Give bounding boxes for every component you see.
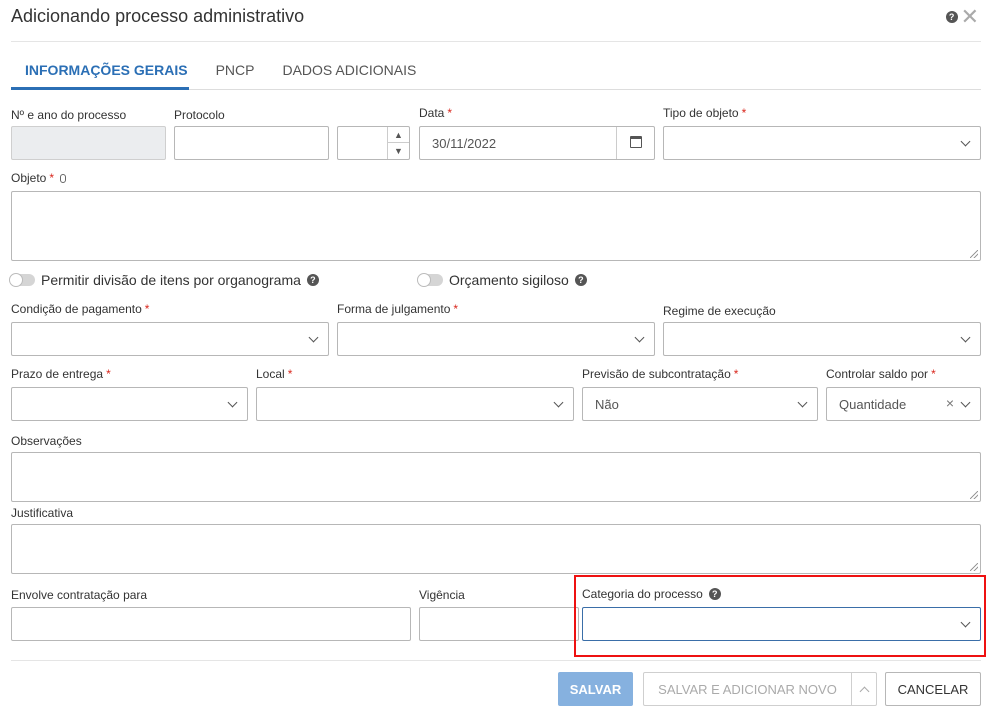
vigencia-input[interactable] [419, 607, 579, 641]
justificativa-textarea[interactable] [11, 524, 981, 574]
condicao-pagamento-select[interactable] [11, 322, 329, 356]
previsao-subcontratacao-label-text: Previsão de subcontratação [582, 367, 731, 381]
help-icon[interactable]: ? [306, 274, 319, 286]
divisao-itens-label: Permitir divisão de itens por organogram… [41, 272, 301, 288]
resize-handle-icon[interactable] [970, 563, 978, 571]
protocolo-input[interactable] [174, 126, 329, 160]
tab-informacoes-gerais[interactable]: INFORMAÇÕES GERAIS [11, 54, 202, 88]
local-label-text: Local [256, 367, 285, 381]
envolve-contratacao-input[interactable] [11, 607, 411, 641]
prazo-entrega-select[interactable] [11, 387, 248, 421]
controlar-saldo-select[interactable]: Quantidade × [826, 387, 981, 421]
required-marker: * [144, 302, 150, 316]
prazo-entrega-label: Prazo de entrega * [11, 367, 111, 381]
save-and-add-new-button[interactable]: SALVAR E ADICIONAR NOVO [643, 672, 852, 706]
numero-ano-input [11, 126, 166, 160]
orcamento-sigiloso-label: Orçamento sigiloso [449, 272, 569, 288]
local-label: Local * [256, 367, 292, 381]
dialog-title: Adicionando processo administrativo [11, 6, 305, 26]
footer-divider [11, 660, 981, 661]
chevron-down-icon [553, 397, 564, 408]
tab-dados-adicionais[interactable]: DADOS ADICIONAIS [268, 54, 430, 88]
tipo-objeto-select[interactable] [663, 126, 981, 160]
data-input[interactable]: 30/11/2022 [419, 126, 655, 160]
toggle-switch[interactable] [417, 273, 443, 287]
help-icon[interactable]: ? [945, 11, 958, 23]
stepper-buttons: ▲ ▼ [387, 127, 409, 159]
vigencia-label: Vigência [419, 588, 465, 602]
chevron-down-icon [634, 332, 645, 343]
required-marker: * [733, 367, 739, 381]
required-marker: * [931, 367, 936, 381]
header-icons: ? ✕ [945, 6, 979, 28]
date-divider [616, 127, 617, 159]
highlight-box [574, 575, 986, 657]
controlar-saldo-value: Quantidade [839, 397, 907, 412]
calendar-icon[interactable] [630, 136, 642, 148]
previsao-subcontratacao-value: Não [595, 397, 619, 412]
observacoes-textarea[interactable] [11, 452, 981, 502]
tipo-objeto-label-text: Tipo de objeto [663, 106, 739, 120]
tipo-objeto-label: Tipo de objeto * [663, 106, 746, 120]
close-icon[interactable]: ✕ [961, 6, 979, 28]
divisao-itens-toggle[interactable]: Permitir divisão de itens por organogram… [9, 272, 319, 288]
active-tab-underline [11, 87, 189, 90]
regime-execucao-select[interactable] [663, 322, 981, 356]
forma-julgamento-select[interactable] [337, 322, 655, 356]
forma-julgamento-label: Forma de julgamento * [337, 302, 458, 316]
numero-ano-label: Nº e ano do processo [11, 108, 127, 122]
chevron-down-icon [960, 332, 971, 343]
condicao-pagamento-label-text: Condição de pagamento [11, 302, 142, 316]
save-button[interactable]: SALVAR [558, 672, 633, 706]
clear-icon[interactable]: × [946, 395, 954, 411]
cancel-button[interactable]: CANCELAR [885, 672, 981, 706]
toggle-switch[interactable] [9, 273, 35, 287]
prazo-entrega-label-text: Prazo de entrega [11, 367, 104, 381]
chevron-down-icon [308, 332, 319, 343]
required-marker: * [741, 106, 747, 120]
orcamento-sigiloso-toggle[interactable]: Orçamento sigiloso ? [417, 272, 587, 288]
chevron-down-icon [227, 397, 238, 408]
chevron-down-icon [797, 397, 808, 408]
tab-pncp[interactable]: PNCP [202, 54, 269, 88]
toggle-knob [9, 273, 23, 287]
header-divider [11, 41, 981, 42]
observacoes-label: Observações [11, 434, 82, 448]
protocolo-ano-stepper[interactable]: ▲ ▼ [337, 126, 410, 160]
help-icon[interactable]: ? [574, 274, 587, 286]
required-marker: * [106, 367, 111, 381]
chevron-down-icon [960, 397, 971, 408]
local-select[interactable] [256, 387, 574, 421]
chevron-down-icon [960, 136, 971, 147]
tab-bar: INFORMAÇÕES GERAIS PNCP DADOS ADICIONAIS [11, 54, 430, 88]
objeto-textarea[interactable] [11, 191, 981, 261]
microphone-icon[interactable] [60, 174, 67, 183]
stepper-down-icon[interactable]: ▼ [388, 143, 409, 159]
resize-handle-icon[interactable] [970, 250, 978, 258]
resize-handle-icon[interactable] [970, 491, 978, 499]
envolve-contratacao-label: Envolve contratação para [11, 588, 148, 602]
data-label: Data * [419, 106, 452, 120]
previsao-subcontratacao-label: Previsão de subcontratação * [582, 367, 738, 381]
required-marker: * [447, 106, 453, 120]
protocolo-label: Protocolo [174, 108, 225, 122]
toggle-knob [417, 273, 431, 287]
previsao-subcontratacao-select[interactable]: Não [582, 387, 818, 421]
objeto-label: Objeto * [11, 171, 67, 185]
required-marker: * [453, 302, 459, 316]
controlar-saldo-label: Controlar saldo por * [826, 367, 936, 381]
data-label-text: Data [419, 106, 445, 120]
justificativa-label: Justificativa [11, 506, 74, 520]
forma-julgamento-label-text: Forma de julgamento [337, 302, 451, 316]
condicao-pagamento-label: Condição de pagamento * [11, 302, 149, 316]
data-value: 30/11/2022 [432, 136, 497, 151]
required-marker: * [287, 367, 293, 381]
controlar-saldo-label-text: Controlar saldo por [826, 367, 929, 381]
stepper-up-icon[interactable]: ▲ [388, 127, 409, 143]
regime-execucao-label: Regime de execução [663, 304, 776, 318]
objeto-label-text: Objeto [11, 171, 47, 185]
required-marker: * [49, 171, 55, 185]
save-options-button[interactable] [851, 672, 877, 706]
chevron-up-icon [859, 686, 869, 696]
